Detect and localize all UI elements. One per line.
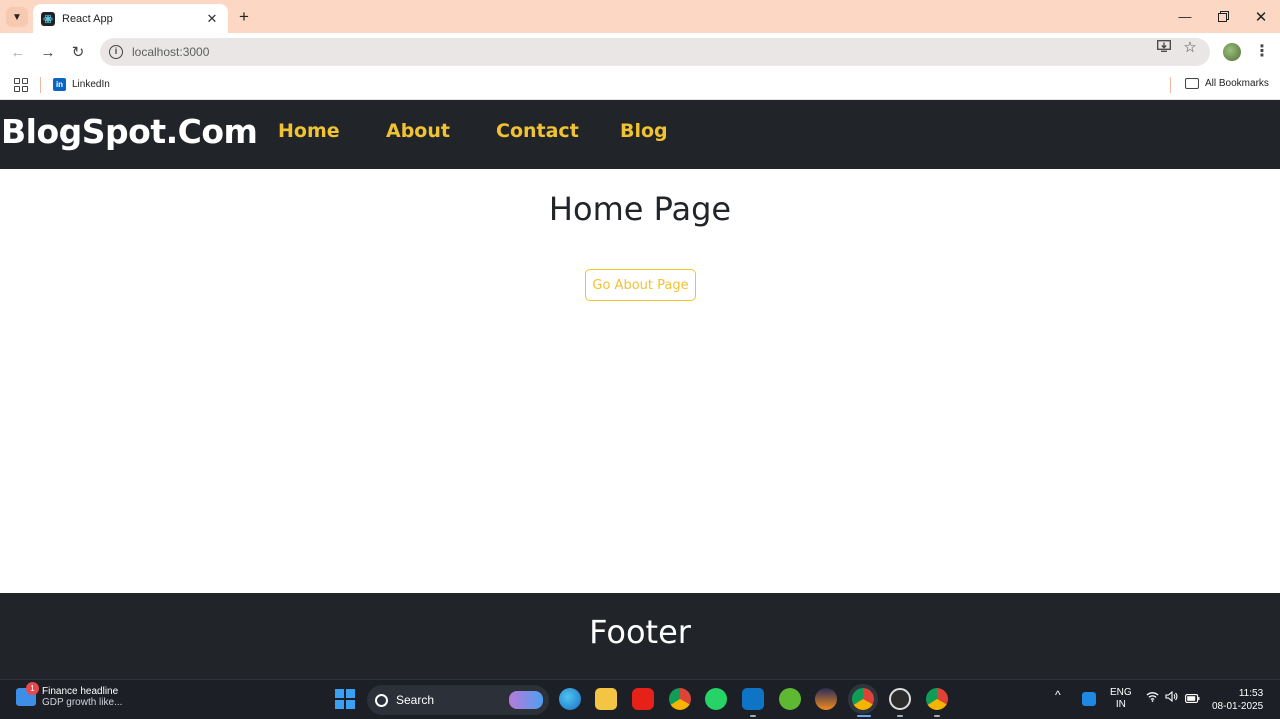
windows-taskbar: 1 Finance headline GDP growth like... Se… bbox=[0, 679, 1280, 719]
arrow-right-icon: → bbox=[40, 43, 56, 61]
running-indicator bbox=[897, 715, 903, 717]
volume-icon[interactable] bbox=[1165, 690, 1178, 705]
tab-search-button[interactable]: ▼ bbox=[6, 7, 28, 27]
menu-kebab-icon[interactable]: ⋮ bbox=[1254, 42, 1270, 62]
vscode-icon[interactable] bbox=[742, 688, 764, 710]
bookmark-divider bbox=[1170, 77, 1171, 93]
security-shield-icon[interactable] bbox=[1082, 692, 1096, 706]
all-bookmarks-label: All Bookmarks bbox=[1205, 78, 1269, 89]
url-text: localhost:3000 bbox=[132, 45, 210, 59]
media-player-icon[interactable] bbox=[889, 688, 911, 710]
back-button[interactable]: ← bbox=[7, 41, 29, 63]
running-indicator bbox=[934, 715, 940, 717]
language-indicator[interactable]: ENG IN bbox=[1110, 687, 1132, 711]
browser-tab[interactable]: React App ✕ bbox=[33, 4, 228, 33]
file-explorer-icon[interactable] bbox=[595, 688, 617, 710]
all-bookmarks-button[interactable]: All Bookmarks bbox=[1185, 78, 1269, 89]
nav-about-link[interactable]: About bbox=[386, 120, 450, 142]
search-highlight-icon bbox=[509, 691, 543, 709]
site-info-icon[interactable]: i bbox=[109, 45, 123, 59]
linkedin-icon: in bbox=[53, 78, 66, 91]
minimize-icon: — bbox=[1178, 9, 1192, 24]
site-navbar: BlogSpot.Com Home About Contact Blog bbox=[0, 100, 1280, 169]
bookmarks-bar: in LinkedIn All Bookmarks bbox=[0, 71, 1280, 100]
show-hidden-icons-chevron-icon[interactable]: ^ bbox=[1055, 688, 1061, 702]
arrow-left-icon: ← bbox=[10, 43, 26, 61]
wifi-icon[interactable] bbox=[1146, 691, 1159, 705]
browser-titlebar: ▼ React App ✕ + — ✕ bbox=[0, 0, 1280, 33]
whatsapp-icon[interactable] bbox=[705, 688, 727, 710]
folder-icon bbox=[1185, 78, 1199, 89]
edge-icon[interactable] bbox=[559, 688, 581, 710]
news-widget[interactable]: 1 Finance headline GDP growth like... bbox=[16, 682, 123, 708]
footer-title: Footer bbox=[589, 613, 691, 651]
language-code: ENG bbox=[1110, 687, 1132, 698]
nav-home-link[interactable]: Home bbox=[278, 120, 340, 142]
page-title: Home Page bbox=[548, 190, 732, 228]
minimize-button[interactable]: — bbox=[1166, 0, 1204, 33]
nav-contact-link[interactable]: Contact bbox=[496, 120, 579, 142]
react-favicon-icon bbox=[41, 11, 55, 26]
page-viewport: BlogSpot.Com Home About Contact Blog Hom… bbox=[0, 100, 1280, 679]
address-bar[interactable]: i localhost:3000 bbox=[100, 38, 1210, 66]
news-headline: Finance headline bbox=[42, 686, 119, 697]
bookmark-linkedin[interactable]: in LinkedIn bbox=[53, 78, 110, 91]
windows-start-icon[interactable] bbox=[335, 689, 355, 709]
site-footer: Footer bbox=[0, 593, 1280, 679]
news-subtext: GDP growth like... bbox=[42, 697, 123, 708]
system-clock[interactable]: 11:53 08-01-2025 bbox=[1212, 687, 1263, 713]
install-app-icon[interactable] bbox=[1155, 39, 1173, 57]
chrome-profile-icon[interactable] bbox=[926, 688, 948, 710]
bookmark-label: LinkedIn bbox=[72, 79, 110, 90]
battery-icon[interactable] bbox=[1185, 692, 1200, 706]
tab-title: React App bbox=[62, 12, 113, 25]
clock-time: 11:53 bbox=[1238, 688, 1264, 699]
apps-grid-icon[interactable] bbox=[14, 78, 28, 92]
nav-blog-link[interactable]: Blog bbox=[620, 120, 668, 142]
browser-toolbar: ← → ↻ i localhost:3000 ☆ ⋮ bbox=[0, 33, 1280, 71]
eclipse-icon[interactable] bbox=[815, 688, 837, 710]
youtube-icon[interactable] bbox=[632, 688, 654, 710]
close-tab-icon[interactable]: ✕ bbox=[204, 11, 220, 27]
search-label: Search bbox=[396, 693, 435, 707]
site-brand[interactable]: BlogSpot.Com bbox=[1, 112, 258, 151]
restore-button[interactable] bbox=[1204, 0, 1242, 33]
reload-button[interactable]: ↻ bbox=[67, 41, 89, 63]
running-indicator bbox=[750, 715, 756, 717]
close-icon: ✕ bbox=[1254, 8, 1268, 26]
close-window-button[interactable]: ✕ bbox=[1242, 0, 1280, 33]
chrome-icon[interactable] bbox=[669, 688, 691, 710]
bookmark-star-icon[interactable]: ☆ bbox=[1181, 39, 1199, 57]
search-icon bbox=[375, 693, 388, 707]
restore-icon bbox=[1217, 11, 1229, 22]
bookmark-divider bbox=[40, 77, 41, 93]
active-indicator bbox=[857, 715, 871, 717]
chevron-down-icon: ▼ bbox=[12, 11, 22, 23]
new-tab-button[interactable]: + bbox=[234, 7, 254, 27]
reload-icon: ↻ bbox=[71, 44, 85, 61]
forward-button[interactable]: → bbox=[37, 41, 59, 63]
go-about-button[interactable]: Go About Page bbox=[585, 269, 696, 301]
news-icon: 1 bbox=[16, 682, 39, 706]
region-code: IN bbox=[1115, 699, 1126, 710]
taskbar-search[interactable]: Search bbox=[367, 685, 549, 715]
profile-avatar[interactable] bbox=[1223, 43, 1241, 61]
spring-tool-icon[interactable] bbox=[779, 688, 801, 710]
news-badge: 1 bbox=[26, 682, 39, 695]
chrome-active-icon[interactable] bbox=[852, 688, 874, 710]
clock-date: 08-01-2025 bbox=[1212, 701, 1264, 712]
